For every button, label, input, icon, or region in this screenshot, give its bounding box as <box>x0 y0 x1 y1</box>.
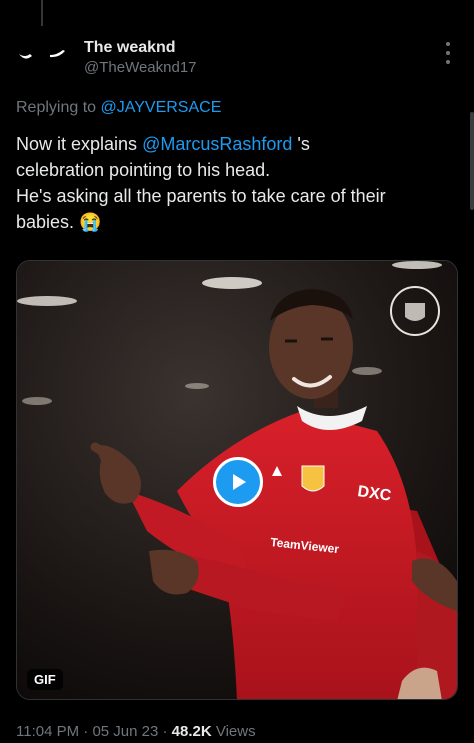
tweet-text-line: celebration pointing to his head. <box>16 160 271 180</box>
thread-connector-line <box>41 0 43 26</box>
author-handle[interactable]: @TheWeaknd17 <box>84 58 197 78</box>
tweet-text: Now it explains @MarcusRashford 's celeb… <box>16 131 456 235</box>
tweet-metadata: 11:04 PM · 05 Jun 23 · 48.2K Views <box>16 723 256 741</box>
avatar[interactable] <box>16 32 68 84</box>
tweet-text-segment: Now it explains <box>16 134 143 154</box>
tweet-media-gif[interactable]: DXC TeamViewer GIF <box>16 260 458 700</box>
replying-to-label: Replying to <box>16 99 97 116</box>
play-icon <box>233 474 246 490</box>
more-options-icon[interactable] <box>438 42 458 64</box>
eyes-avatar-icon <box>19 50 65 59</box>
tweet-text-segment: 's <box>292 134 310 154</box>
tweet-text-line: babies. <box>16 212 80 232</box>
tweet-author[interactable]: The weaknd @TheWeaknd17 <box>84 38 197 78</box>
replying-to: Replying to @JAYVERSACE <box>16 99 221 117</box>
author-display-name[interactable]: The weaknd <box>84 38 197 58</box>
views-count[interactable]: 48.2K <box>172 723 212 740</box>
replying-to-user-link[interactable]: @JAYVERSACE <box>101 99 222 116</box>
scrollbar-thumb[interactable] <box>470 112 474 210</box>
tweet-time-link[interactable]: 11:04 PM <box>16 723 79 740</box>
tweet-date-link[interactable]: 05 Jun 23 <box>92 723 158 740</box>
meta-separator: · <box>79 723 93 740</box>
tweet-text-line: He's asking all the parents to take care… <box>16 186 386 206</box>
meta-separator: · <box>158 723 172 740</box>
views-label: Views <box>211 723 256 740</box>
crying-emoji: 😭 <box>79 212 102 232</box>
mention-link[interactable]: @MarcusRashford <box>142 134 292 154</box>
gif-badge: GIF <box>27 669 63 690</box>
play-button[interactable] <box>213 457 263 507</box>
